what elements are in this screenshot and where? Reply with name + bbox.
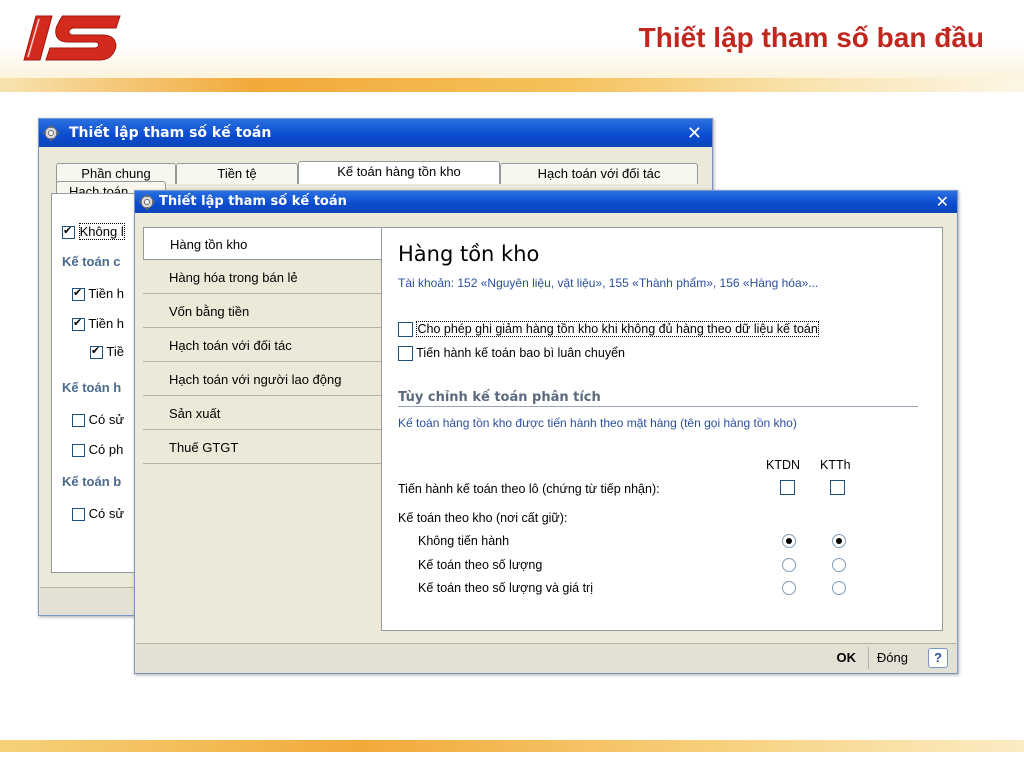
- nav-item-von-bang-tien[interactable]: Vốn bằng tiền: [143, 295, 381, 328]
- settings-panel: Hàng tồn kho Tài khoản: 152 «Nguyên liệu…: [381, 227, 943, 631]
- back-checkbox-row[interactable]: Tiền h: [72, 316, 124, 332]
- back-checkbox-row[interactable]: Không l: [62, 223, 125, 240]
- gear-icon: [139, 194, 155, 210]
- checkbox[interactable]: [72, 508, 85, 522]
- radio-ktth-quantity-value[interactable]: [832, 581, 846, 595]
- footer-band: [0, 740, 1024, 752]
- col-ktth-header: KTTh: [820, 458, 851, 472]
- panel-title: Hàng tồn kho: [398, 242, 540, 266]
- allow-reduce-option[interactable]: Cho phép ghi giảm hàng tồn kho khi không…: [398, 321, 819, 338]
- front-settings-window: Thiết lập tham số kế toán ✕ Hàng tồn kho…: [134, 190, 958, 674]
- back-section-head: Kế toán b: [62, 474, 122, 489]
- close-button[interactable]: Đóng: [867, 647, 908, 669]
- front-button-bar: OK Đóng ?: [136, 643, 956, 673]
- nav-item-hang-hoa-ban-le[interactable]: Hàng hóa trong bán lẻ: [143, 261, 381, 294]
- checkbox[interactable]: [62, 224, 75, 240]
- checkbox[interactable]: [90, 344, 103, 360]
- panel-subtitle: Tài khoản: 152 «Nguyên liệu, vật liệu», …: [398, 276, 819, 290]
- radio-ktth-none[interactable]: [832, 534, 846, 548]
- nav-item-hang-ton-kho[interactable]: Hàng tồn kho: [143, 227, 381, 260]
- nav-item-thue-gtgt[interactable]: Thuế GTGT: [143, 431, 381, 464]
- nav-item-san-xuat[interactable]: Sản xuất: [143, 397, 381, 430]
- back-checkbox-row[interactable]: Có ph: [72, 442, 123, 458]
- tab-ke-toan-hang-ton-kho[interactable]: Kế toán hàng tồn kho: [298, 161, 500, 184]
- warehouse-accounting-label: Kế toán theo kho (nơi cất giữ):: [398, 511, 568, 525]
- analytics-section-desc: Kế toán hàng tồn kho được tiến hành theo…: [398, 416, 797, 430]
- radio-ktth-quantity[interactable]: [832, 558, 846, 572]
- front-window-title: Thiết lập tham số kế toán: [159, 194, 347, 209]
- ok-button[interactable]: OK: [837, 647, 857, 669]
- checkbox[interactable]: [398, 346, 413, 362]
- back-checkbox-row[interactable]: Tiền h: [72, 286, 124, 302]
- checkbox[interactable]: [398, 322, 413, 338]
- slide-title: Thiết lập tham số ban đầu: [638, 22, 984, 53]
- header-band: [0, 78, 1024, 92]
- checkbox[interactable]: [72, 316, 85, 332]
- back-title-bar[interactable]: Thiết lập tham số kế toán ✕: [39, 119, 712, 147]
- settings-nav: Hàng tồn kho Hàng hóa trong bán lẻ Vốn b…: [143, 227, 381, 667]
- lot-accounting-label: Tiến hành kế toán theo lô (chứng từ tiếp…: [398, 482, 660, 496]
- tab-hach-toan-doi-tac[interactable]: Hạch toán với đối tác: [500, 163, 698, 184]
- is-logo-icon: [23, 15, 121, 61]
- lot-ktdn-checkbox[interactable]: [780, 480, 795, 495]
- radio-row-label: Kế toán theo số lượng: [418, 558, 543, 572]
- nav-item-hach-toan-nguoi-lao-dong[interactable]: Hạch toán với người lao động: [143, 363, 381, 396]
- back-close-icon[interactable]: ✕: [687, 123, 702, 144]
- back-checkbox-row[interactable]: Có sử: [72, 412, 124, 428]
- section-divider: [398, 406, 918, 407]
- checkbox[interactable]: [72, 444, 85, 458]
- analytics-section-heading: Tùy chỉnh kế toán phân tích: [398, 390, 601, 405]
- lot-ktth-checkbox[interactable]: [830, 480, 845, 495]
- back-section-head: Kế toán c: [62, 254, 121, 269]
- nav-item-hach-toan-doi-tac[interactable]: Hạch toán với đối tác: [143, 329, 381, 362]
- front-close-icon[interactable]: ✕: [936, 192, 949, 211]
- radio-ktdn-none[interactable]: [782, 534, 796, 548]
- col-ktdn-header: KTDN: [766, 458, 801, 472]
- checkbox[interactable]: [72, 414, 85, 428]
- checkbox[interactable]: [72, 286, 85, 302]
- back-checkbox-row[interactable]: Tiề: [90, 344, 124, 360]
- front-title-bar[interactable]: Thiết lập tham số kế toán ✕: [135, 191, 957, 213]
- radio-row-label: Không tiến hành: [418, 534, 510, 548]
- back-window-title: Thiết lập tham số kế toán: [69, 125, 272, 141]
- radio-ktdn-quantity[interactable]: [782, 558, 796, 572]
- packaging-option[interactable]: Tiến hành kế toán bao bì luân chuyển: [398, 346, 625, 362]
- radio-row-label: Kế toán theo số lượng và giá trị: [418, 581, 593, 595]
- back-checkbox-row[interactable]: Có sử: [72, 506, 124, 522]
- help-button[interactable]: ?: [928, 648, 948, 668]
- back-section-head: Kế toán h: [62, 380, 122, 395]
- gear-icon: [43, 125, 59, 141]
- tab-tien-te[interactable]: Tiền tệ: [176, 163, 298, 184]
- radio-ktdn-quantity-value[interactable]: [782, 581, 796, 595]
